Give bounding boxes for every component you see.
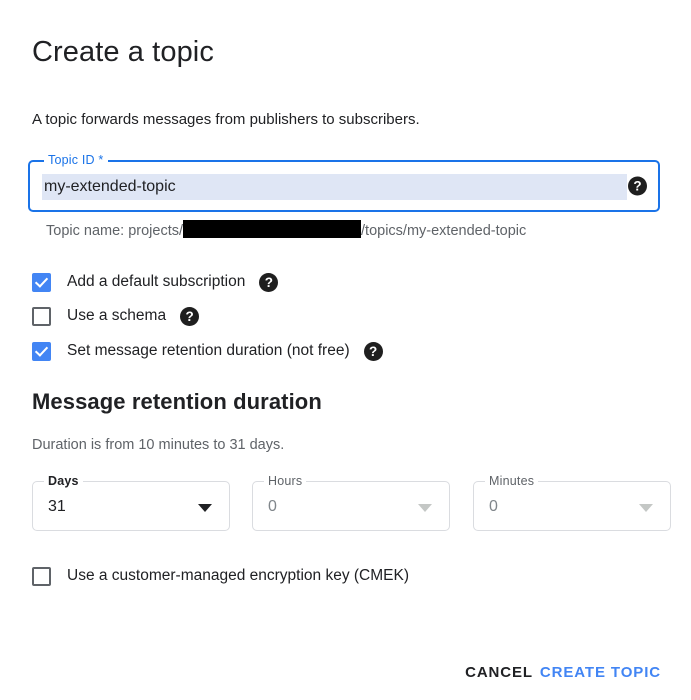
checkbox-use-a-schema[interactable] [32, 306, 51, 326]
page-title: Create a topic [32, 36, 214, 68]
select-label-days: Days [44, 474, 83, 488]
help-circle-icon[interactable] [363, 341, 383, 361]
checkbox-cmek[interactable] [32, 566, 51, 586]
select-value-hours: 0 [268, 498, 277, 515]
select-value-minutes: 0 [489, 498, 498, 515]
select-value-days: 31 [48, 498, 66, 515]
option-row-use-a-schema[interactable]: Use a schema [32, 305, 200, 327]
help-wrapper-add-default-subscription[interactable] [259, 272, 279, 292]
option-row-add-default-subscription[interactable]: Add a default subscription [32, 271, 279, 293]
caret-down-icon[interactable] [418, 504, 432, 512]
retention-section-subtitle: Duration is from 10 minutes to 31 days. [32, 437, 285, 453]
topic-name-suffix: /topics/my-extended-topic [361, 223, 527, 239]
select-label-minutes: Minutes [485, 474, 539, 488]
help-circle-icon[interactable] [259, 272, 279, 292]
option-row-cmek[interactable]: Use a customer-managed encryption key (C… [32, 565, 409, 587]
topic-id-label: Topic ID * [44, 153, 108, 167]
option-label-use-a-schema: Use a schema [67, 307, 167, 324]
select-minutes[interactable]: Minutes 0 [473, 474, 671, 531]
option-label-add-default-subscription: Add a default subscription [67, 273, 246, 290]
option-row-set-message-retention-duration[interactable]: Set message retention duration (not free… [32, 340, 383, 362]
create-topic-panel: Create a topic A topic forwards messages… [0, 0, 691, 700]
select-label-hours: Hours [264, 474, 307, 488]
help-wrapper-set-message-retention-duration[interactable] [363, 341, 383, 361]
help-circle-icon[interactable] [628, 176, 647, 196]
checkbox-add-default-subscription[interactable] [32, 272, 51, 292]
help-wrapper-use-a-schema[interactable] [180, 306, 200, 326]
topic-name-hint: Topic name: projects/ /topics/my-extended… [46, 220, 526, 241]
create-topic-button[interactable]: CREATE TOPIC [530, 655, 671, 691]
help-circle-icon[interactable] [180, 306, 200, 326]
option-label-cmek: Use a customer-managed encryption key (C… [67, 567, 409, 584]
footer-actions: CANCEL CREATE TOPIC [0, 655, 691, 700]
option-label-set-message-retention-duration: Set message retention duration (not free… [67, 342, 350, 359]
topic-id-field[interactable]: Topic ID * [28, 153, 660, 212]
select-hours[interactable]: Hours 0 [252, 474, 450, 531]
select-days[interactable]: Days 31 [32, 474, 230, 531]
retention-section-title: Message retention duration [32, 389, 322, 414]
caret-down-icon[interactable] [198, 504, 212, 512]
topic-id-help-wrapper[interactable] [628, 176, 647, 196]
page-description: A topic forwards messages from publisher… [32, 111, 420, 128]
caret-down-icon[interactable] [639, 504, 653, 512]
checkbox-set-message-retention-duration[interactable] [32, 341, 51, 361]
redacted-project-id [183, 220, 362, 238]
topic-id-input[interactable] [42, 174, 627, 200]
topic-name-prefix: Topic name: projects/ [46, 223, 184, 239]
